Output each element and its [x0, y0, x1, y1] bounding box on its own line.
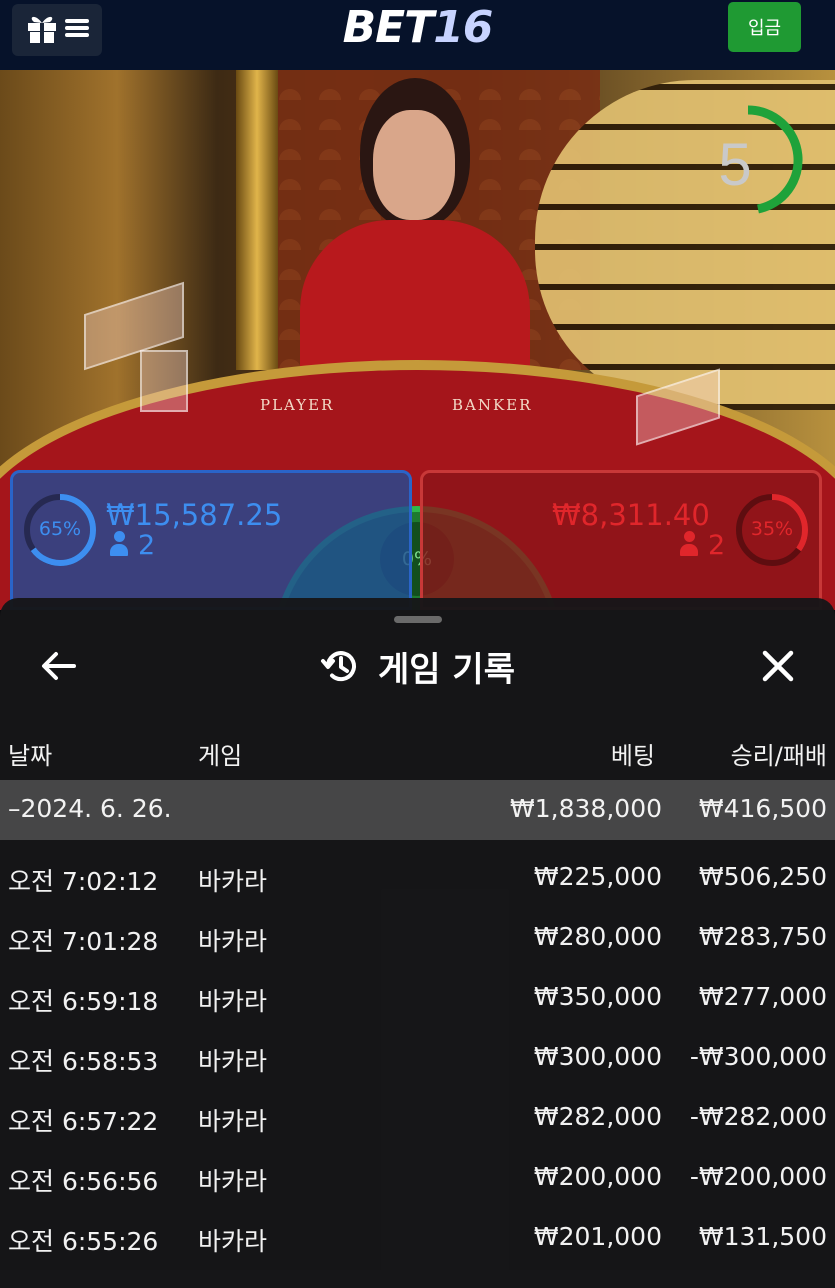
card-stack	[140, 350, 188, 412]
table-label-banker: BANKER	[452, 396, 533, 414]
player-bettor-count: 2	[110, 530, 155, 561]
history-row[interactable]: 오전 6:55:26 바카라 ₩201,000 ₩131,500	[0, 1208, 835, 1268]
panel-title: 게임 기록	[378, 649, 515, 690]
group-date: –2024. 6. 26.	[8, 794, 172, 823]
pillar	[236, 70, 278, 370]
row-bet: ₩300,000	[533, 1042, 662, 1071]
column-header-game: 게임	[198, 742, 243, 770]
row-game: 바카라	[198, 867, 268, 896]
close-icon	[762, 650, 794, 682]
row-game: 바카라	[198, 1107, 268, 1136]
row-bet: ₩201,000	[533, 1222, 662, 1251]
row-time: 오전 6:55:26	[8, 1227, 159, 1256]
history-row[interactable]: 오전 6:59:18 바카라 ₩350,000 ₩277,000	[0, 968, 835, 1028]
row-result: ₩506,250	[698, 862, 827, 891]
history-row[interactable]: 오전 7:02:12 바카라 ₩225,000 ₩506,250	[0, 848, 835, 908]
row-result: ₩277,000	[698, 982, 827, 1011]
row-result: ₩131,500	[698, 1222, 827, 1251]
table-header: 날짜 게임 베팅 승리/패배	[0, 730, 835, 774]
row-time: 오전 6:58:53	[8, 1047, 159, 1076]
group-bet-total: ₩1,838,000	[510, 794, 662, 823]
row-result: -₩282,000	[689, 1102, 827, 1131]
row-bet: ₩225,000	[533, 862, 662, 891]
history-icon	[321, 651, 356, 682]
table-label-player: PLAYER	[260, 396, 335, 414]
history-row[interactable]: 오전 6:56:56 바카라 ₩200,000 -₩200,000	[0, 1148, 835, 1208]
player-bet-amount: ₩15,587.25	[106, 498, 283, 532]
row-game: 바카라	[198, 927, 268, 956]
date-group-row[interactable]: –2024. 6. 26. ₩1,838,000 ₩416,500	[0, 780, 835, 840]
person-icon	[680, 531, 698, 557]
row-result: -₩300,000	[689, 1042, 827, 1071]
banker-percentage: 35%	[750, 518, 794, 540]
live-video-stream: PLAYER BANKER 5 0% 65% ₩15,587.25 2 35% …	[0, 70, 835, 610]
row-time: 오전 7:02:12	[8, 867, 159, 896]
column-header-bet: 베팅	[610, 742, 655, 770]
row-bet: ₩282,000	[533, 1102, 662, 1131]
banker-bet-amount: ₩8,311.40	[552, 498, 710, 532]
row-game: 바카라	[198, 1227, 268, 1256]
game-history-panel: 게임 기록 날짜 게임 베팅 승리/패배 –2024. 6. 26. ₩1,83…	[0, 598, 835, 1288]
row-game: 바카라	[198, 1047, 268, 1076]
row-time: 오전 6:57:22	[8, 1107, 159, 1136]
row-result: -₩200,000	[689, 1162, 827, 1191]
player-percentage: 65%	[38, 518, 82, 540]
row-bet: ₩280,000	[533, 922, 662, 951]
deposit-button[interactable]: 입금	[728, 2, 801, 52]
drag-handle[interactable]	[394, 616, 442, 623]
banker-bettor-count: 2	[680, 530, 725, 561]
brand-logo[interactable]: BET16	[0, 2, 835, 53]
history-row[interactable]: 오전 6:58:53 바카라 ₩300,000 -₩300,000	[0, 1028, 835, 1088]
dealer-face	[373, 110, 455, 220]
row-time: 오전 7:01:28	[8, 927, 159, 956]
row-time: 오전 6:59:18	[8, 987, 159, 1016]
history-row[interactable]: 오전 7:01:28 바카라 ₩280,000 ₩283,750	[0, 908, 835, 968]
column-header-date: 날짜	[8, 742, 53, 770]
row-bet: ₩350,000	[533, 982, 662, 1011]
group-result-total: ₩416,500	[698, 794, 827, 823]
row-game: 바카라	[198, 1167, 268, 1196]
history-row[interactable]: 오전 6:57:22 바카라 ₩282,000 -₩282,000	[0, 1088, 835, 1148]
row-game: 바카라	[198, 987, 268, 1016]
top-bar: BET16 입금	[0, 0, 835, 70]
column-header-result: 승리/패배	[730, 742, 827, 770]
close-button[interactable]	[754, 642, 802, 690]
row-time: 오전 6:56:56	[8, 1167, 159, 1196]
person-icon	[110, 531, 128, 557]
row-result: ₩283,750	[698, 922, 827, 951]
row-bet: ₩200,000	[533, 1162, 662, 1191]
countdown-timer: 5	[718, 131, 752, 198]
panel-header: 게임 기록	[0, 638, 835, 694]
